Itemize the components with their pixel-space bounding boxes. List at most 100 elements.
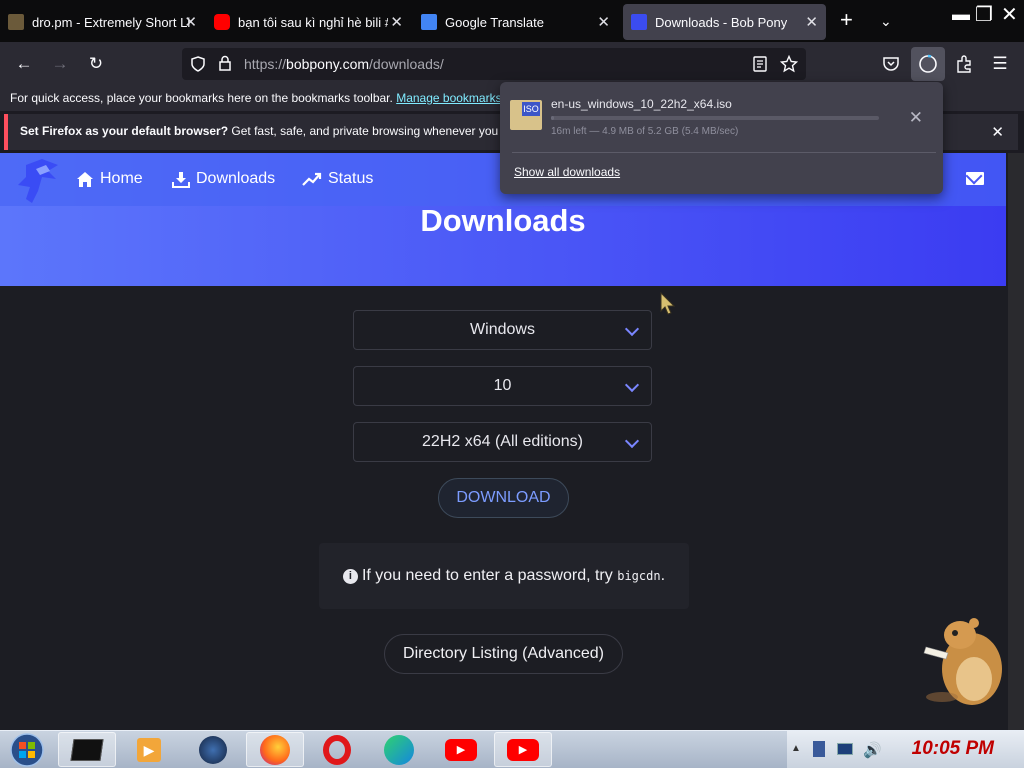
url-text[interactable]: https://bobpony.com/downloads/ <box>244 56 444 72</box>
forward-button[interactable]: → <box>46 50 74 78</box>
device-icon[interactable] <box>813 741 825 757</box>
info-text: If you need to enter a password, try <box>361 567 613 584</box>
globe-icon <box>199 735 227 764</box>
close-window-button[interactable]: ✕ <box>1001 2 1018 27</box>
firefox-icon <box>260 734 290 765</box>
downloads-button[interactable] <box>911 47 945 81</box>
close-icon[interactable]: ✕ <box>390 13 403 31</box>
select-value: 22H2 x64 (All editions) <box>422 433 583 450</box>
taskbar-app-youtube-2[interactable]: ▶ <box>494 732 552 767</box>
tab-dro[interactable]: dro.pm - Extremely Short Li ✕ <box>0 4 205 40</box>
windows-orb-icon <box>10 732 44 767</box>
url-prefix: https:// <box>244 56 287 72</box>
download-filename[interactable]: en-us_windows_10_22h2_x64.iso <box>551 97 732 111</box>
mouse-cursor-icon <box>660 292 676 315</box>
google-translate-favicon <box>421 14 437 30</box>
web-content: Home Downloads Status Downloads Windows … <box>0 153 1008 730</box>
edition-select[interactable]: 22H2 x64 (All editions) <box>353 422 652 462</box>
site-nav-home[interactable]: Home <box>76 170 143 188</box>
select-value: 10 <box>493 377 512 394</box>
navigation-toolbar: ← → ↻ https://bobpony.com/downloads/ ☰ <box>0 42 1024 87</box>
list-tabs-button[interactable]: ⌄ <box>880 13 892 30</box>
nav-label: Status <box>328 170 374 187</box>
pocket-icon[interactable] <box>882 56 900 72</box>
lock-icon[interactable] <box>218 55 232 72</box>
iso-file-icon: ISO <box>510 100 542 130</box>
download-progress-icon <box>919 54 937 73</box>
download-progress-bar <box>551 116 879 120</box>
taskbar-app-firefox[interactable] <box>246 732 304 767</box>
extensions-icon[interactable] <box>955 55 973 73</box>
tab-title: bạn tôi sau kì nghỉ hè bili # <box>238 14 388 30</box>
tab-youtube[interactable]: bạn tôi sau kì nghỉ hè bili # ✕ <box>206 4 411 40</box>
manage-bookmarks-link[interactable]: Manage bookmarks... <box>396 91 511 105</box>
volume-icon[interactable]: 🔊 <box>863 741 882 759</box>
taskbar-app-youtube[interactable]: ▶ <box>432 732 490 767</box>
url-bar[interactable]: https://bobpony.com/downloads/ <box>182 48 806 80</box>
close-icon[interactable]: ✕ <box>991 123 1004 141</box>
terminal-icon <box>70 738 104 761</box>
show-hidden-icons-icon[interactable]: ▲ <box>791 743 801 754</box>
mail-icon[interactable] <box>966 172 984 185</box>
bookmarks-hint: For quick access, place your bookmarks h… <box>10 91 393 105</box>
tab-bobpony[interactable]: Downloads - Bob Pony ✕ <box>623 4 826 40</box>
select-value: Windows <box>470 321 535 338</box>
trend-icon <box>302 172 322 186</box>
menu-button[interactable]: ☰ <box>986 50 1014 78</box>
download-status: 16m left — 4.9 MB of 5.2 GB (5.4 MB/sec) <box>551 126 739 137</box>
panel-divider <box>512 152 936 153</box>
info-icon: i <box>342 569 358 584</box>
opera-icon <box>323 734 351 765</box>
password-code: bigcdn <box>617 569 661 583</box>
show-all-downloads-link[interactable]: Show all downloads <box>514 165 620 179</box>
new-tab-button[interactable]: + <box>840 7 853 33</box>
tab-title: Downloads - Bob Pony <box>655 14 788 30</box>
site-nav-downloads[interactable]: Downloads <box>172 170 275 188</box>
media-player-icon: ▶ <box>137 737 161 762</box>
restore-button[interactable]: ❐ <box>975 2 993 27</box>
taskbar-clock[interactable]: 10:05 PM <box>912 738 994 760</box>
youtube-icon: ▶ <box>507 738 539 761</box>
windows-taskbar: ▶ ▶ ▶ ▲ 🔊 10:05 PM <box>0 730 1024 768</box>
url-domain: bobpony.com <box>286 56 370 72</box>
download-button[interactable]: DOWNLOAD <box>438 478 569 518</box>
bobpony-logo[interactable] <box>12 157 64 205</box>
start-button[interactable] <box>2 732 52 767</box>
nav-label: Home <box>100 170 143 187</box>
taskbar-app-terminal[interactable] <box>58 732 116 767</box>
directory-listing-button[interactable]: Directory Listing (Advanced) <box>384 634 623 674</box>
url-path: /downloads/ <box>369 56 444 72</box>
taskbar-app-edge[interactable] <box>370 732 428 767</box>
tab-google-translate[interactable]: Google Translate ✕ <box>413 4 618 40</box>
reload-button[interactable]: ↻ <box>82 50 110 78</box>
bookmark-star-icon[interactable] <box>780 55 798 73</box>
chevron-down-icon <box>624 377 640 393</box>
tab-title: dro.pm - Extremely Short Li <box>32 14 191 30</box>
version-select[interactable]: 10 <box>353 366 652 406</box>
page-scrollbar[interactable] <box>1008 153 1024 730</box>
tab-strip: dro.pm - Extremely Short Li ✕ bạn tôi sa… <box>0 0 1024 42</box>
nav-label: Downloads <box>196 170 276 187</box>
network-icon[interactable] <box>837 743 853 755</box>
download-icon <box>172 171 190 188</box>
edge-icon <box>384 734 414 765</box>
cancel-download-icon[interactable]: ✕ <box>909 108 923 128</box>
back-button[interactable]: ← <box>10 50 38 78</box>
site-nav-status[interactable]: Status <box>302 170 373 188</box>
minimize-button[interactable]: ▬ <box>952 4 970 25</box>
bobpony-favicon <box>631 14 647 30</box>
reader-view-icon[interactable] <box>752 56 768 72</box>
close-icon[interactable]: ✕ <box>597 13 610 31</box>
taskbar-app-globe[interactable] <box>184 732 242 767</box>
close-icon[interactable]: ✕ <box>805 13 818 31</box>
close-icon[interactable]: ✕ <box>184 13 197 31</box>
taskbar-app-opera[interactable] <box>308 732 366 767</box>
downloads-panel: ISO en-us_windows_10_22h2_x64.iso 16m le… <box>500 82 943 194</box>
notice-title: Set Firefox as your default browser? <box>20 124 229 138</box>
dro-favicon <box>8 14 24 30</box>
youtube-favicon <box>214 14 230 30</box>
shield-icon[interactable] <box>190 56 206 72</box>
os-select[interactable]: Windows <box>353 310 652 350</box>
download-progress-fill <box>551 116 555 120</box>
taskbar-app-media[interactable]: ▶ <box>120 732 178 767</box>
